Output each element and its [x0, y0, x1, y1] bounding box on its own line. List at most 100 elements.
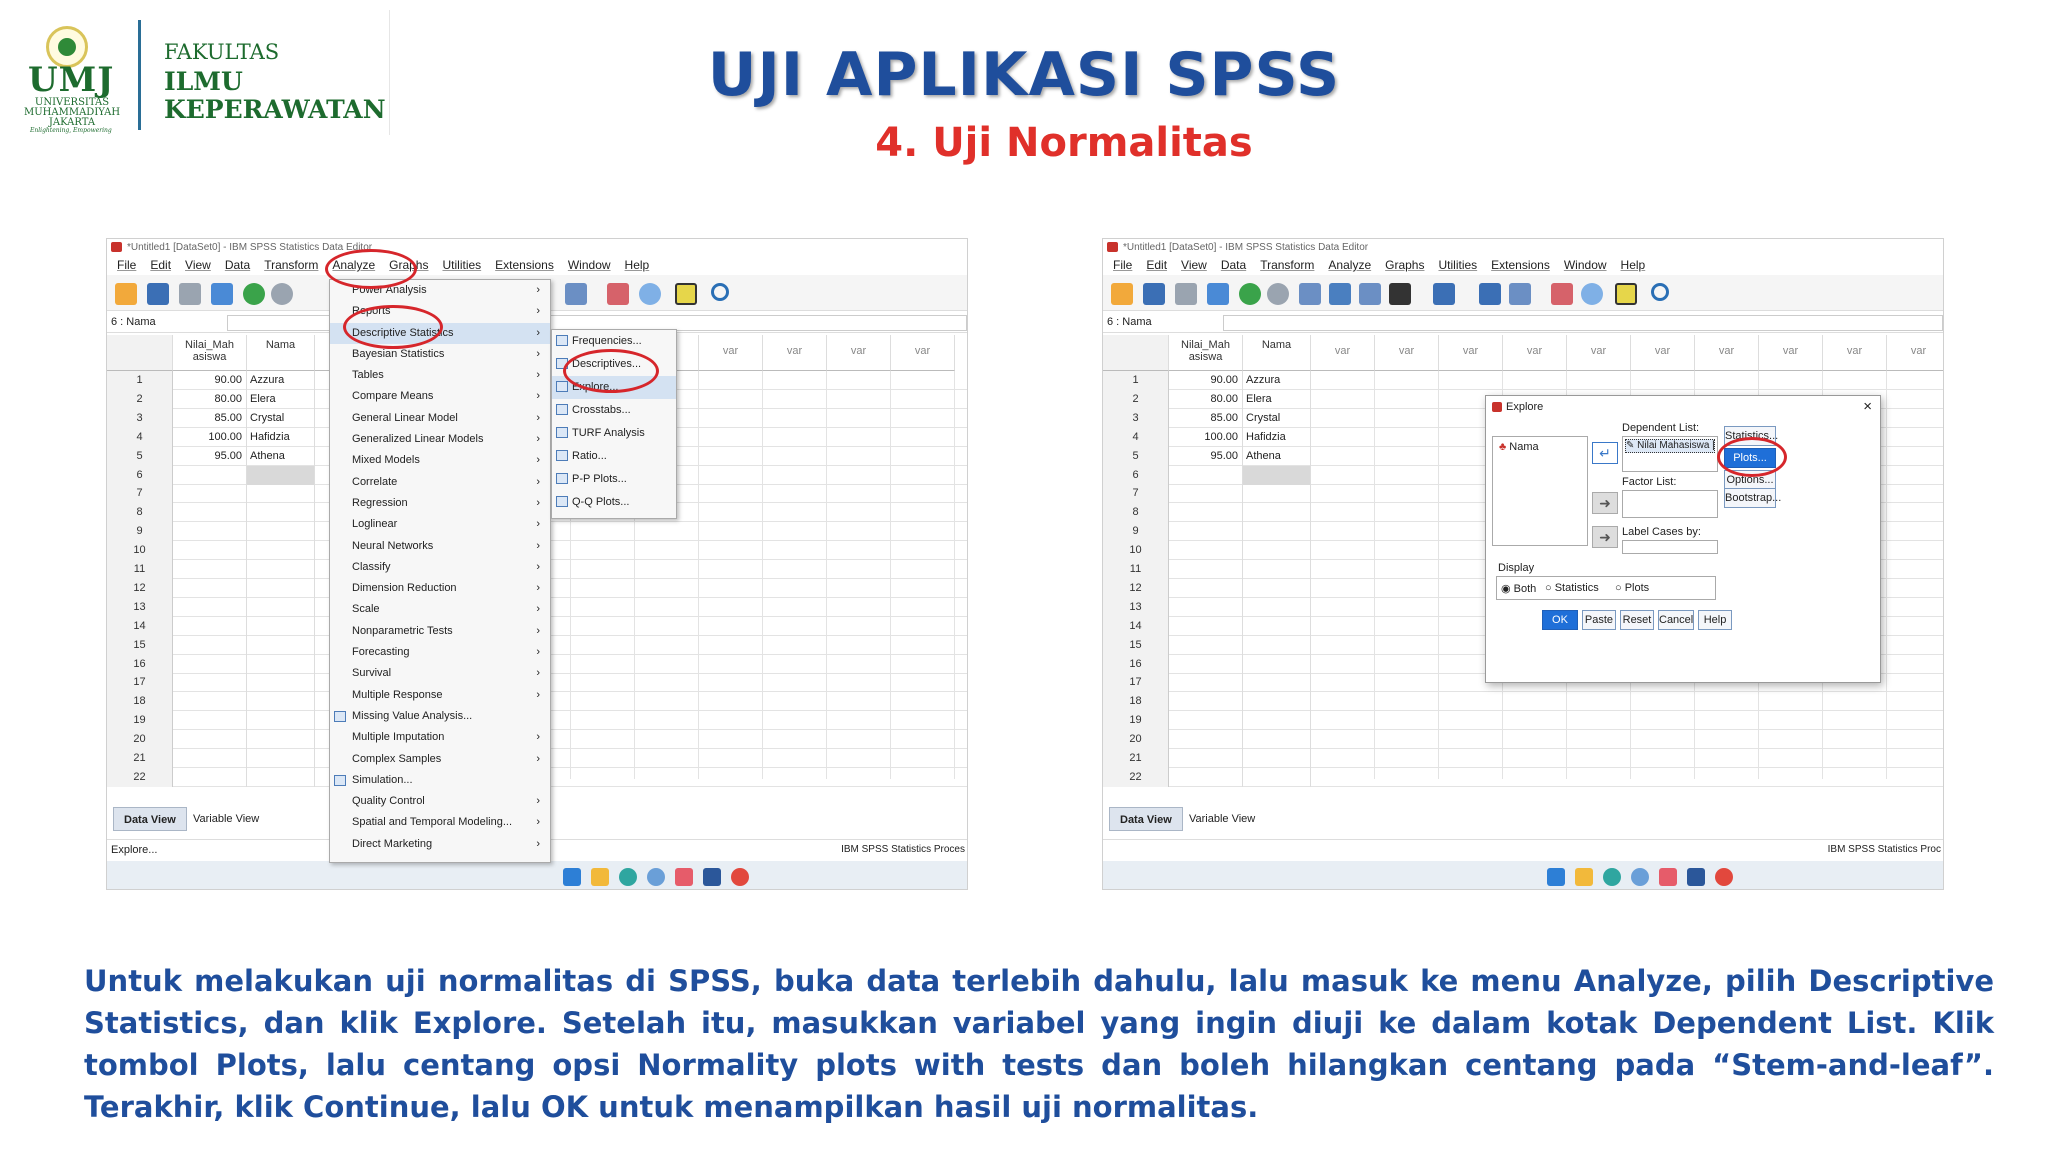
menu-view[interactable]: View — [1181, 255, 1207, 275]
tab-variable-view[interactable]: Variable View — [183, 807, 269, 831]
analyze-menu-item[interactable]: General Linear Model › — [330, 408, 550, 429]
use-sets-icon[interactable] — [639, 283, 661, 305]
analyze-menu-item[interactable]: Nonparametric Tests › — [330, 621, 550, 642]
analyze-menu-item[interactable]: Missing Value Analysis... — [330, 706, 550, 727]
analyze-menu-item[interactable]: Correlate › — [330, 472, 550, 493]
word-icon[interactable] — [1687, 868, 1705, 886]
cell-nilai-mahasiswa[interactable] — [1169, 560, 1243, 579]
chrome-icon[interactable] — [731, 868, 749, 886]
cell-nilai-mahasiswa[interactable] — [173, 578, 247, 598]
cell-nama[interactable]: Athena — [247, 446, 315, 466]
descriptive-submenu-item[interactable]: TURF Analysis — [552, 422, 676, 445]
cell-nilai-mahasiswa[interactable] — [173, 541, 247, 561]
column-header-var[interactable]: var — [699, 335, 763, 371]
menu-help[interactable]: Help — [625, 255, 650, 275]
cell-nama[interactable]: Azzura — [1243, 371, 1311, 390]
open-icon[interactable] — [1111, 283, 1133, 305]
undo-icon[interactable] — [243, 283, 265, 305]
analyze-menu-item[interactable]: Tables › — [330, 365, 550, 386]
table-row[interactable]: 20 — [1103, 730, 1943, 750]
undo-icon[interactable] — [1239, 283, 1261, 305]
cell-nama[interactable] — [247, 503, 315, 523]
column-header-var[interactable]: var — [1375, 335, 1439, 371]
edge-icon[interactable] — [619, 868, 637, 886]
analyze-menu-item[interactable]: Multiple Imputation › — [330, 727, 550, 748]
cell-nilai-mahasiswa[interactable] — [1169, 692, 1243, 712]
dependent-list-box[interactable]: ✎ Nilai Mahasiswa [ — [1622, 436, 1718, 472]
close-icon[interactable]: × — [1863, 398, 1872, 415]
cell-nama[interactable]: Hafidzia — [247, 427, 315, 447]
add-icon[interactable] — [675, 283, 697, 305]
factor-list-box[interactable] — [1622, 490, 1718, 518]
descriptive-submenu-item[interactable]: Crosstabs... — [552, 399, 676, 422]
cell-nilai-mahasiswa[interactable] — [1169, 749, 1243, 768]
menu-extensions[interactable]: Extensions — [1491, 255, 1550, 275]
table-row[interactable]: 22 — [1103, 767, 1943, 787]
column-header-var[interactable]: var — [1567, 335, 1631, 371]
cell-nama[interactable]: Elera — [1243, 389, 1311, 409]
dialog-recall-icon[interactable] — [1207, 283, 1229, 305]
search-icon[interactable] — [1651, 283, 1669, 301]
open-icon[interactable] — [115, 283, 137, 305]
save-icon[interactable] — [147, 283, 169, 305]
column-header-var[interactable]: var — [1503, 335, 1567, 371]
column-header-nama[interactable]: Nama — [1243, 335, 1311, 371]
cell-nilai-mahasiswa[interactable]: 100.00 — [1169, 427, 1243, 447]
column-header-var[interactable]: var — [891, 335, 955, 371]
column-header-nama[interactable]: Nama — [247, 335, 315, 371]
descriptive-submenu-item[interactable]: Ratio... — [552, 445, 676, 468]
cell-nilai-mahasiswa[interactable] — [173, 711, 247, 731]
menu-window[interactable]: Window — [1564, 255, 1607, 275]
cell-nama[interactable] — [1243, 692, 1311, 712]
cell-nilai-mahasiswa[interactable] — [1169, 465, 1243, 485]
analyze-menu-item[interactable]: Generalized Linear Models › — [330, 429, 550, 450]
radio-both[interactable]: ◉ Both — [1501, 582, 1536, 595]
column-header-var[interactable]: var — [1695, 335, 1759, 371]
variables-icon[interactable] — [1359, 283, 1381, 305]
cell-nilai-mahasiswa[interactable] — [1169, 616, 1243, 636]
analyze-menu-item[interactable]: Neural Networks › — [330, 536, 550, 557]
menu-transform[interactable]: Transform — [1260, 255, 1314, 275]
column-header-var[interactable]: var — [1887, 335, 1943, 371]
cell-nilai-mahasiswa[interactable] — [1169, 635, 1243, 655]
cell-nilai-mahasiswa[interactable] — [173, 616, 247, 636]
cell-nama[interactable] — [247, 673, 315, 693]
help-button[interactable]: Help — [1698, 610, 1732, 630]
cell-nama[interactable] — [247, 730, 315, 750]
cell-nama[interactable] — [247, 654, 315, 674]
reset-button[interactable]: Reset — [1620, 610, 1654, 630]
cell-nilai-mahasiswa[interactable] — [1169, 503, 1243, 523]
column-header-var[interactable]: var — [1823, 335, 1887, 371]
save-icon[interactable] — [1143, 283, 1165, 305]
column-header-var[interactable]: var — [827, 335, 891, 371]
tab-data-view[interactable]: Data View — [113, 807, 187, 831]
edge-icon[interactable] — [1603, 868, 1621, 886]
run-descriptives-icon[interactable] — [1389, 283, 1411, 305]
cell-nama[interactable] — [1243, 503, 1311, 523]
cell-nama[interactable]: Azzura — [247, 371, 315, 390]
windows-start-icon[interactable] — [1547, 868, 1565, 886]
menu-transform[interactable]: Transform — [264, 255, 318, 275]
menu-edit[interactable]: Edit — [1146, 255, 1167, 275]
find-icon[interactable] — [1433, 283, 1455, 305]
cell-nilai-mahasiswa[interactable] — [173, 635, 247, 655]
analyze-menu-item[interactable]: Forecasting › — [330, 642, 550, 663]
cell-nilai-mahasiswa[interactable] — [1169, 767, 1243, 787]
analyze-menu-item[interactable]: Multiple Response › — [330, 685, 550, 706]
cell-nama[interactable]: Hafidzia — [1243, 427, 1311, 447]
redo-icon[interactable] — [271, 283, 293, 305]
cell-nama[interactable] — [1243, 767, 1311, 787]
cell-nama[interactable] — [247, 749, 315, 768]
redo-icon[interactable] — [1267, 283, 1289, 305]
value-labels-icon[interactable] — [607, 283, 629, 305]
menu-window[interactable]: Window — [568, 255, 611, 275]
cell-nilai-mahasiswa[interactable]: 90.00 — [1169, 371, 1243, 390]
goto-variable-icon[interactable] — [1329, 283, 1351, 305]
menu-help[interactable]: Help — [1621, 255, 1646, 275]
cell-nama[interactable] — [1243, 522, 1311, 542]
analyze-menu-item[interactable]: Spatial and Temporal Modeling... › — [330, 812, 550, 833]
cell-nilai-mahasiswa[interactable] — [1169, 711, 1243, 731]
cell-nilai-mahasiswa[interactable] — [173, 673, 247, 693]
menu-analyze[interactable]: Analyze — [1328, 255, 1371, 275]
descriptive-submenu-item[interactable]: Q-Q Plots... — [552, 491, 676, 514]
